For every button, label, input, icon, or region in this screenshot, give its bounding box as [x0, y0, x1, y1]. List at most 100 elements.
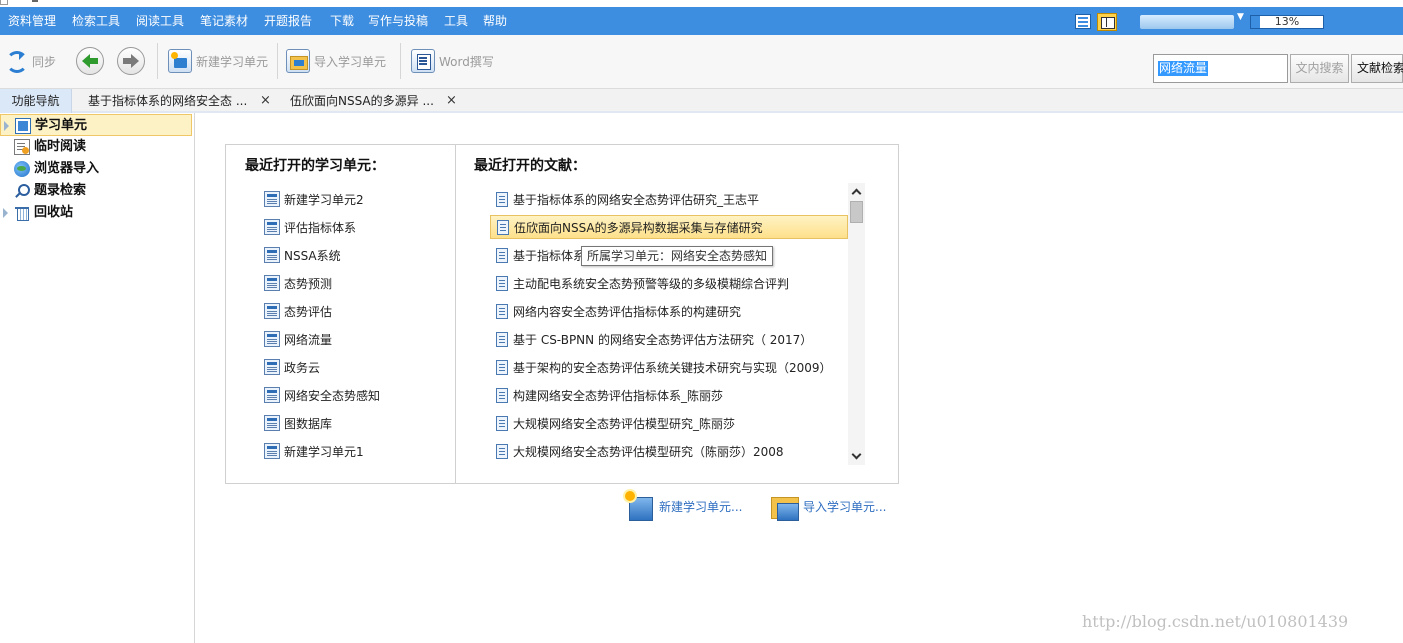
recent-unit-item[interactable]: 态势评估 [264, 301, 332, 321]
menu-search-tools[interactable]: 检索工具 [72, 7, 120, 35]
recent-doc-label: 基于 CS-BPNN 的网络安全态势评估方法研究（ 2017） [513, 332, 813, 347]
forward-arrow-icon [117, 47, 145, 75]
list-view-icon[interactable] [1075, 14, 1091, 29]
recent-doc-item[interactable]: 基于指标体系的网络安全态势评估研究_王志平 [490, 187, 848, 211]
search-input[interactable]: 网络流量 [1153, 54, 1288, 83]
recent-doc-item[interactable]: 伍欣面向NSSA的多源异构数据采集与存储研究 [490, 215, 848, 239]
close-icon[interactable]: × [260, 89, 271, 113]
docs-scrollbar[interactable] [848, 183, 865, 465]
recent-unit-item[interactable]: 态势预测 [264, 273, 332, 293]
sync-label: 同步 [32, 54, 57, 69]
menu-notes-material[interactable]: 笔记素材 [200, 7, 248, 35]
menu-bar: 资料管理 检索工具 阅读工具 笔记素材 开题报告 下载 写作与投稿 工具 帮助 … [0, 7, 1403, 35]
recent-unit-item[interactable]: 新建学习单元2 [264, 189, 364, 209]
new-unit-link-label: 新建学习单元... [659, 499, 743, 514]
menu-resource-management[interactable]: 资料管理 [8, 7, 56, 35]
import-unit-link[interactable]: 导入学习单元... [769, 490, 886, 522]
sidebar-item-recycle-bin[interactable]: 回收站 [0, 202, 192, 224]
import-unit-large-icon [769, 491, 799, 521]
study-unit-icon [15, 118, 31, 134]
document-search-button[interactable]: 文献检索 [1351, 54, 1403, 83]
recent-unit-item[interactable]: 新建学习单元1 [264, 441, 364, 461]
new-unit-button[interactable]: 新建学习单元 [168, 45, 268, 77]
recent-unit-item[interactable]: 网络安全态势感知 [264, 385, 380, 405]
study-unit-icon [264, 415, 280, 431]
import-unit-icon [286, 49, 310, 73]
sidebar-item-study-units[interactable]: 学习单元 [0, 114, 192, 136]
tab-document-2[interactable]: 伍欣面向NSSA的多源异 ... × [290, 89, 462, 113]
document-icon [496, 247, 508, 263]
sidebar-item-browser-import[interactable]: 浏览器导入 [0, 158, 192, 180]
study-unit-icon [264, 275, 280, 291]
recent-doc-item[interactable]: 大规模网络安全态势评估模型研究_陈丽莎 [490, 411, 848, 435]
recent-unit-label: 网络流量 [284, 332, 333, 347]
study-unit-icon [264, 359, 280, 375]
recent-unit-label: 态势评估 [284, 304, 333, 319]
recent-unit-label: 图数据库 [284, 416, 333, 431]
recent-doc-label: 伍欣面向NSSA的多源异构数据采集与存储研究 [514, 220, 763, 235]
expand-arrow-icon[interactable] [3, 208, 8, 218]
back-button[interactable] [76, 45, 104, 77]
expand-arrow-icon[interactable] [4, 121, 9, 131]
study-unit-icon [264, 387, 280, 403]
recent-doc-label: 主动配电系统安全态势预警等级的多级模糊综合评判 [513, 276, 790, 291]
word-writing-button[interactable]: Word撰写 [411, 45, 494, 77]
import-unit-link-label: 导入学习单元... [803, 499, 887, 514]
tab-function-navigation[interactable]: 功能导航 [0, 89, 72, 113]
menu-download[interactable]: 下载 [330, 7, 354, 35]
menu-proposal-report[interactable]: 开题报告 [264, 7, 312, 35]
document-icon [496, 443, 508, 459]
menu-reading-tools[interactable]: 阅读工具 [136, 7, 184, 35]
document-icon [496, 415, 508, 431]
sidebar-item-citation-search[interactable]: 题录检索 [0, 180, 192, 202]
recent-doc-label: 大规模网络安全态势评估模型研究（陈丽莎）2008 [513, 444, 784, 459]
recent-doc-item[interactable]: 主动配电系统安全态势预警等级的多级模糊综合评判 [490, 271, 848, 295]
recent-unit-item[interactable]: 评估指标体系 [264, 217, 356, 237]
recent-unit-item[interactable]: 图数据库 [264, 413, 332, 433]
toolbar-separator [157, 43, 158, 79]
user-account-box[interactable] [1140, 15, 1234, 29]
recent-unit-item[interactable]: NSSA系统 [264, 245, 341, 265]
window-title-strip [0, 0, 1403, 7]
recent-doc-item[interactable]: 大规模网络安全态势评估模型研究（陈丽莎）2008 [490, 439, 848, 463]
new-unit-large-icon [625, 491, 655, 521]
recent-doc-item[interactable]: 基于 CS-BPNN 的网络安全态势评估方法研究（ 2017） [490, 327, 848, 351]
recent-doc-item[interactable]: 基于架构的安全态势评估系统关键技术研究与实现（2009） [490, 355, 848, 379]
menu-writing-submission[interactable]: 写作与投稿 [368, 7, 428, 35]
recent-unit-item[interactable]: 政务云 [264, 357, 320, 377]
study-unit-icon [264, 443, 280, 459]
menu-help[interactable]: 帮助 [483, 7, 507, 35]
document-icon [497, 219, 509, 235]
sidebar-item-temp-reading[interactable]: 临时阅读 [0, 136, 192, 158]
user-dropdown-icon[interactable]: ▼ [1237, 12, 1244, 22]
document-icon [496, 191, 508, 207]
new-unit-link[interactable]: 新建学习单元... [625, 490, 742, 522]
fulltext-search-button[interactable]: 文内搜索 [1290, 54, 1349, 83]
split-view-icon[interactable] [1097, 13, 1117, 31]
scroll-thumb[interactable] [850, 201, 863, 223]
recent-doc-label: 大规模网络安全态势评估模型研究_陈丽莎 [513, 416, 736, 431]
study-unit-icon [264, 331, 280, 347]
recent-doc-label: 基于指标体系 [513, 248, 586, 263]
scroll-down-icon[interactable] [852, 452, 861, 461]
scroll-up-icon[interactable] [852, 187, 861, 196]
document-icon [496, 275, 508, 291]
word-writing-label: Word撰写 [439, 54, 494, 69]
forward-button[interactable] [117, 45, 145, 77]
menu-tools[interactable]: 工具 [444, 7, 468, 35]
new-unit-label: 新建学习单元 [196, 54, 269, 69]
recent-unit-label: 网络安全态势感知 [284, 388, 381, 403]
recent-unit-label: 新建学习单元2 [284, 192, 364, 207]
sidebar-item-label: 临时阅读 [34, 139, 87, 154]
document-icon [496, 331, 508, 347]
recent-unit-item[interactable]: 网络流量 [264, 329, 332, 349]
word-icon [411, 49, 435, 73]
recent-doc-item[interactable]: 网络内容安全态势评估指标体系的构建研究 [490, 299, 848, 323]
import-unit-button[interactable]: 导入学习单元 [286, 45, 386, 77]
tab-document-1[interactable]: 基于指标体系的网络安全态 ... × [88, 89, 276, 113]
sidebar-item-label: 浏览器导入 [34, 161, 100, 176]
close-icon[interactable]: × [446, 89, 457, 113]
recent-doc-item[interactable]: 构建网络安全态势评估指标体系_陈丽莎 [490, 383, 848, 407]
sync-button[interactable]: 同步 [4, 45, 56, 77]
temp-reading-icon [14, 139, 30, 155]
